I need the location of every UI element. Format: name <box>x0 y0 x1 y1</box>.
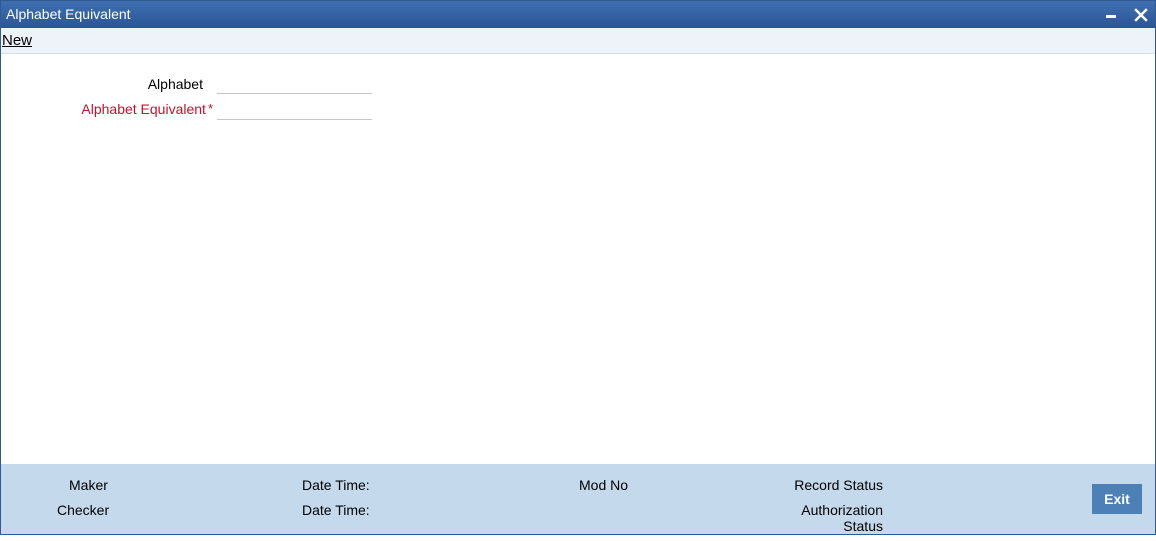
checker-datetime-label: Date Time: <box>302 502 370 518</box>
alphabet-equivalent-field[interactable] <box>217 102 372 120</box>
alphabet-field[interactable] <box>217 76 372 94</box>
alphabet-equivalent-label-row: Alphabet Equivalent * <box>1 101 213 117</box>
checker-label: Checker <box>57 502 110 518</box>
audit-footer: Maker Checker Date Time: Date Time: Mod … <box>1 464 1155 534</box>
close-icon[interactable] <box>1131 5 1151 25</box>
required-marker: * <box>207 101 213 116</box>
maker-datetime-label: Date Time: <box>302 477 370 493</box>
alphabet-label: Alphabet <box>147 76 203 92</box>
new-link[interactable]: New <box>2 32 32 49</box>
alphabet-equivalent-window: Alphabet Equivalent New Alphabet Alphabe… <box>0 0 1156 535</box>
authorization-label: Authorization <box>801 502 883 518</box>
authorization-status-label: Status <box>843 518 883 534</box>
record-status-label: Record Status <box>794 477 883 493</box>
mod-no-label: Mod No <box>579 477 629 493</box>
window-title: Alphabet Equivalent <box>6 6 131 22</box>
title-bar: Alphabet Equivalent <box>1 1 1155 28</box>
exit-button[interactable]: Exit <box>1092 484 1142 514</box>
maker-label: Maker <box>69 477 108 493</box>
toolbar: New <box>1 28 1155 54</box>
minimize-icon[interactable] <box>1101 5 1121 25</box>
alphabet-equivalent-label: Alphabet Equivalent <box>81 101 206 117</box>
